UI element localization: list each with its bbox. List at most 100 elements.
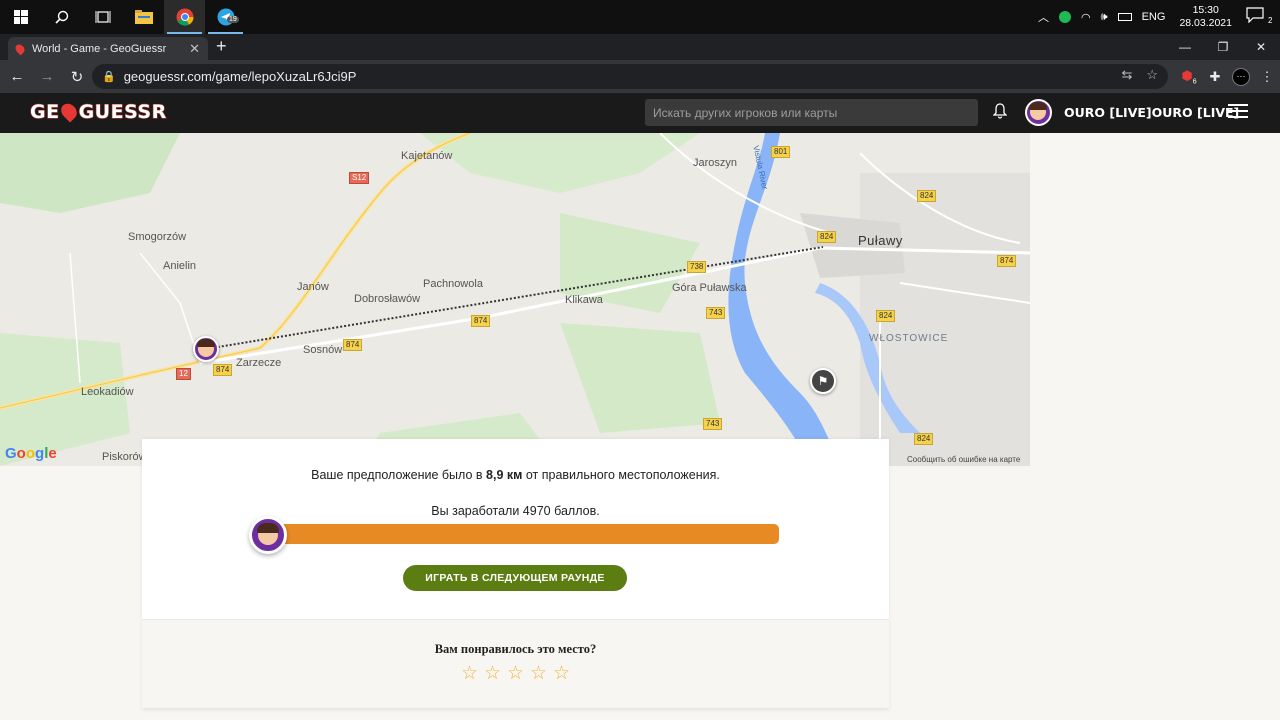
map-label-jaroszyn: Jaroszyn (693, 157, 738, 169)
system-tray: ︿ ◠ 🕪 ENG 15:30 28.03.2021 2 (1028, 0, 1280, 34)
spotify-icon[interactable] (1059, 11, 1072, 23)
map-label-dobroslawow: Dobrosławów (354, 293, 421, 305)
map-label-leokadiow: Leokadiów (81, 386, 134, 398)
star-icon[interactable]: ☆ (527, 662, 550, 685)
close-tab-icon[interactable]: ✕ (189, 41, 200, 57)
correct-location-flag-icon[interactable]: ⚑ (810, 368, 836, 394)
notification-center-icon[interactable]: 2 (1246, 7, 1274, 27)
geoguessr-header: GE GUESSR OURO [LIVE]OURO [LIVE] (0, 93, 1280, 133)
star-icon[interactable]: ☆ (458, 662, 481, 685)
result-map[interactable]: Kajetanów Jaroszyn Smogorzów Anielin Puł… (0, 133, 1030, 466)
extensions-area: ⬢6 ✚ ··· ⋮ (1176, 60, 1280, 93)
map-report-link[interactable]: Сообщить об ошибке на карте (907, 455, 1020, 464)
logo-pin-icon (57, 100, 80, 123)
tab-title: World - Game - GeoGuessr (32, 42, 167, 55)
guess-marker[interactable] (193, 336, 219, 362)
guess-distance-text: Ваше предположение было в 8,9 км от прав… (142, 468, 889, 482)
road-badge-874: 874 (997, 255, 1017, 267)
url-text: geoguessr.com/game/lepoXuzaLr6Jci9P (123, 69, 357, 84)
translate-icon[interactable]: ⇆ (1121, 67, 1132, 83)
map-label-janow: Janów (297, 281, 329, 293)
task-view-icon[interactable] (82, 0, 123, 34)
windows-start-icon[interactable] (0, 0, 41, 34)
guess-prefix: Ваше предположение было в (311, 468, 487, 482)
window-controls: — ❐ ✕ (1166, 34, 1280, 60)
extension-icon[interactable]: ⬢6 (1176, 68, 1202, 86)
close-window-icon[interactable]: ✕ (1242, 34, 1280, 60)
road-badge-738: 738 (687, 261, 707, 273)
logo-text-left: GE (30, 101, 60, 124)
notification-count: 2 (1267, 16, 1274, 25)
reload-icon[interactable]: ↻ (64, 68, 90, 86)
browser-menu-icon[interactable]: ⋮ (1254, 69, 1280, 85)
guess-avatar-face (197, 339, 215, 357)
road-badge-s12: S12 (349, 172, 370, 184)
road-badge-12: 12 (176, 368, 191, 380)
forward-icon[interactable]: → (34, 68, 60, 85)
avatar-face (1029, 102, 1047, 120)
road-badge-824: 824 (917, 190, 937, 202)
language-indicator[interactable]: ENG (1142, 11, 1166, 23)
star-icon[interactable]: ☆ (550, 662, 573, 685)
chevron-up-icon[interactable]: ︿ (1038, 9, 1049, 25)
map-label-sosnow: Sosnów (303, 344, 343, 356)
guess-distance: 8,9 км (486, 468, 523, 482)
road-badge-874: 874 (213, 364, 233, 376)
star-icon[interactable]: ☆ (504, 662, 527, 685)
logo-text-right: GUESSR (78, 101, 167, 124)
road-badge-743: 743 (703, 418, 723, 430)
road-badge-743: 743 (706, 307, 726, 319)
score-text: Вы заработали 4970 баллов. (431, 504, 600, 518)
browser-tab-strip: World - Game - GeoGuessr ✕ + — ❐ ✕ (0, 34, 1280, 60)
rating-panel: Вам понравилось это место? ☆ ☆ ☆ ☆ ☆ (142, 619, 889, 708)
notifications-bell-icon[interactable] (992, 103, 1008, 123)
user-name[interactable]: OURO [LIVE]OURO [LIVE] (1064, 105, 1239, 120)
battery-icon[interactable] (1117, 13, 1132, 21)
google-logo: Google (5, 445, 57, 462)
new-tab-button[interactable]: + (216, 36, 227, 57)
map-label-piskorow: Piskorów (102, 451, 147, 463)
windows-taskbar: 19 ︿ ◠ 🕪 ENG 15:30 28.03.2021 2 (0, 0, 1280, 34)
map-label-gora-pulawska: Góra Puławska (672, 282, 747, 294)
bookmark-star-icon[interactable]: ☆ (1146, 67, 1158, 83)
volume-icon[interactable]: 🕪 (1101, 11, 1108, 24)
address-bar[interactable]: 🔒 geoguessr.com/game/lepoXuzaLr6Jci9P ⇆ … (92, 64, 1168, 89)
map-label-klikawa: Klikawa (565, 294, 603, 306)
map-label-pachnowola: Pachnowola (423, 278, 483, 290)
user-avatar[interactable] (1025, 99, 1052, 126)
extension-badge: 6 (1192, 78, 1197, 86)
back-icon[interactable]: ← (4, 68, 30, 85)
road-badge-874: 874 (471, 315, 491, 327)
next-round-button[interactable]: ИГРАТЬ В СЛЕДУЮЩЕМ РАУНДЕ (403, 565, 627, 591)
wifi-icon[interactable]: ◠ (1081, 11, 1091, 24)
clock-date: 28.03.2021 (1179, 17, 1232, 29)
rating-question: Вам понравилось это место? (434, 642, 597, 656)
telegram-icon[interactable]: 19 (205, 0, 246, 34)
road-badge-801: 801 (771, 146, 791, 158)
map-label-anielin: Anielin (163, 260, 197, 272)
clock[interactable]: 15:30 28.03.2021 (1179, 4, 1232, 30)
map-background (0, 133, 1030, 466)
road-badge-824: 824 (914, 433, 934, 445)
map-label-smogorzow: Smogorzów (128, 231, 187, 243)
hamburger-menu-icon[interactable] (1228, 104, 1248, 122)
star-icon[interactable]: ☆ (481, 662, 504, 685)
restore-icon[interactable]: ❐ (1204, 34, 1242, 60)
road-badge-824: 824 (817, 231, 837, 243)
minimize-icon[interactable]: — (1166, 34, 1204, 60)
map-label-kajetanow: Kajetanów (401, 150, 453, 162)
road-badge-824: 824 (876, 310, 896, 322)
chrome-icon[interactable] (164, 0, 205, 34)
result-panel: Ваше предположение было в 8,9 км от прав… (142, 439, 889, 619)
file-explorer-icon[interactable] (123, 0, 164, 34)
player-map-search-input[interactable] (645, 99, 978, 126)
search-icon[interactable] (41, 0, 82, 34)
geoguessr-logo[interactable]: GE GUESSR (30, 100, 167, 124)
browser-toolbar: ← → ↻ 🔒 geoguessr.com/game/lepoXuzaLr6Jc… (0, 60, 1280, 93)
profile-avatar-icon[interactable]: ··· (1232, 67, 1250, 86)
extensions-puzzle-icon[interactable]: ✚ (1202, 69, 1228, 85)
lock-icon[interactable]: 🔒 (102, 70, 116, 83)
browser-tab[interactable]: World - Game - GeoGuessr ✕ (8, 37, 208, 60)
score-avatar (249, 516, 287, 554)
road-badge-874: 874 (343, 339, 363, 351)
